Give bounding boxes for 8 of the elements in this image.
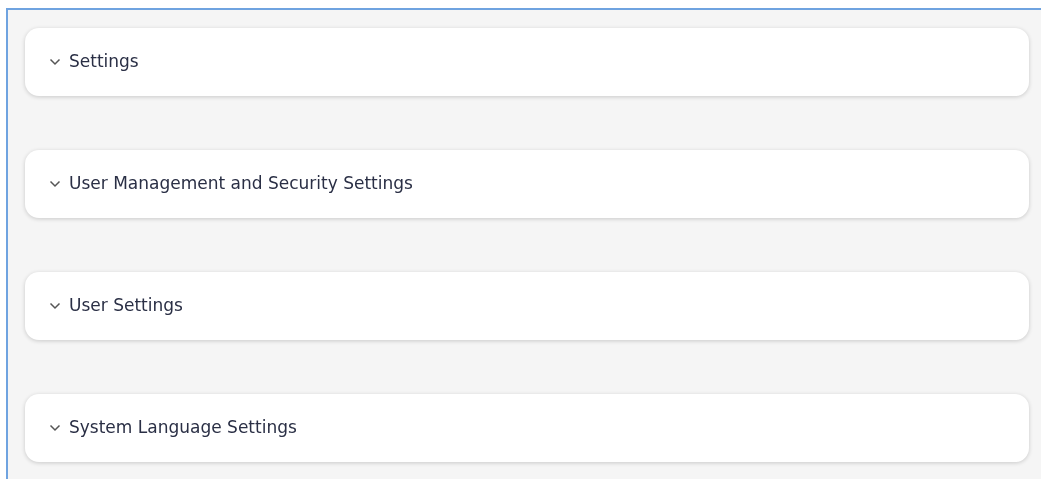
- accordion-header[interactable]: Settings: [25, 28, 1029, 96]
- chevron-icon: [49, 58, 61, 66]
- accordion-header[interactable]: System Language Settings: [25, 394, 1029, 462]
- accordion-header[interactable]: User Management and Security Settings: [25, 150, 1029, 218]
- chevron-icon: [49, 180, 61, 188]
- accordion-header[interactable]: User Settings: [25, 272, 1029, 340]
- chevron-icon: [49, 302, 61, 310]
- chevron-icon: [49, 424, 61, 432]
